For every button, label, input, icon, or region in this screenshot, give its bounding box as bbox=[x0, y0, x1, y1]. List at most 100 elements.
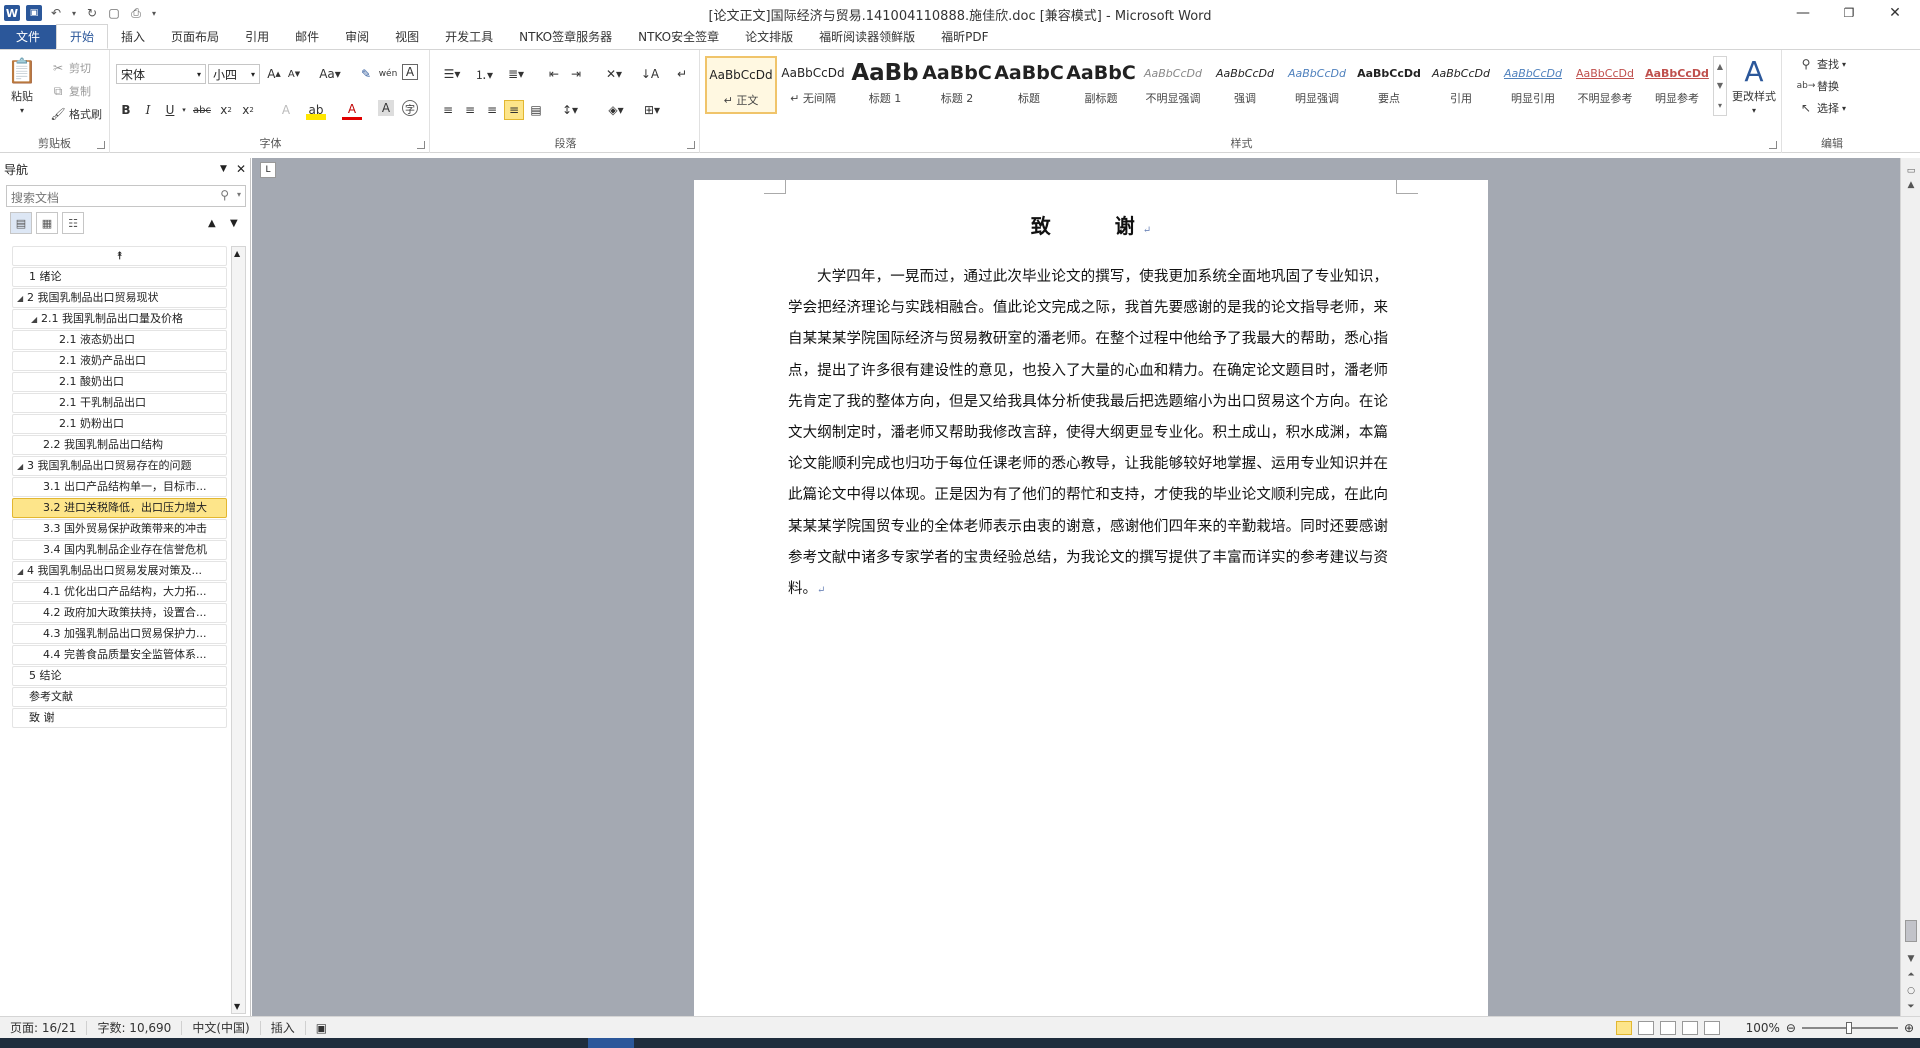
nav-heading[interactable]: 3.1 出口产品结构单一，目标市... bbox=[12, 477, 227, 497]
more-icon[interactable]: ▾ bbox=[1718, 101, 1722, 110]
headings-view-icon[interactable]: ▤ bbox=[10, 212, 32, 234]
format-painter-button[interactable]: 🖌 格式刷 bbox=[50, 106, 102, 122]
font-color-icon[interactable]: A bbox=[342, 100, 362, 120]
document-page[interactable]: 致 谢↵ 大学四年，一晃而过，通过此次毕业论文的撰写，使我更加系统全面地巩固了专… bbox=[694, 180, 1488, 1016]
align-right-icon[interactable]: ≡ bbox=[482, 100, 502, 120]
chevron-down-icon[interactable]: ▼ bbox=[1904, 952, 1918, 966]
ruler-view-icon[interactable]: ▭ bbox=[1904, 164, 1918, 178]
italic-icon[interactable]: I bbox=[138, 100, 158, 120]
style-subtitle[interactable]: AaBbC 副标题 bbox=[1065, 56, 1137, 114]
chevron-up-icon[interactable]: ▲ bbox=[1717, 62, 1723, 71]
minimize-button[interactable]: — bbox=[1780, 0, 1826, 26]
highlight-icon[interactable]: ab bbox=[306, 100, 326, 120]
borders-icon[interactable]: ⊞▾ bbox=[638, 100, 666, 120]
browse-object-icon[interactable]: ○ bbox=[1904, 984, 1918, 998]
previous-page-icon[interactable]: ⏶ bbox=[1904, 968, 1918, 982]
distributed-icon[interactable]: ▤ bbox=[526, 100, 546, 120]
restore-button[interactable]: ❐ bbox=[1826, 0, 1872, 26]
search-icon[interactable]: ⚲ bbox=[220, 188, 229, 202]
nav-heading[interactable]: 2.2 我国乳制品出口结构 bbox=[12, 435, 227, 455]
pages-view-icon[interactable]: ▦ bbox=[36, 212, 58, 234]
tab-ntko-server[interactable]: NTKO签章服务器 bbox=[506, 25, 625, 49]
expand-triangle-icon[interactable]: ◢ bbox=[17, 290, 27, 307]
navigation-search-input[interactable]: 搜索文档 ⚲ ▾ bbox=[6, 185, 246, 207]
expand-triangle-icon[interactable]: ◢ bbox=[17, 458, 27, 475]
subscript-icon[interactable]: x2 bbox=[216, 100, 236, 120]
nav-heading[interactable]: 2.1 奶粉出口 bbox=[12, 414, 227, 434]
font-launcher-icon[interactable] bbox=[417, 141, 425, 149]
chevron-down-icon[interactable]: ▼ bbox=[220, 164, 227, 174]
line-spacing-icon[interactable]: ↕▾ bbox=[556, 100, 584, 120]
tab-insert[interactable]: 插入 bbox=[108, 25, 158, 49]
close-icon[interactable]: ✕ bbox=[236, 162, 246, 176]
text-effects-icon[interactable]: A bbox=[276, 100, 296, 120]
navigation-scrollbar[interactable]: ▲ ▼ bbox=[231, 246, 246, 1014]
styles-launcher-icon[interactable] bbox=[1769, 141, 1777, 149]
chevron-down-icon[interactable]: ▾ bbox=[174, 100, 194, 120]
style-no-spacing[interactable]: AaBbCcDd ↵ 无间隔 bbox=[777, 56, 849, 114]
nav-heading[interactable]: 4.1 优化出口产品结构，大力拓... bbox=[12, 582, 227, 602]
next-heading-icon[interactable]: ▼ bbox=[230, 218, 238, 229]
nav-heading[interactable]: 3.3 国外贸易保护政策带来的冲击 bbox=[12, 519, 227, 539]
previous-heading-icon[interactable]: ▲ bbox=[208, 218, 216, 229]
nav-heading[interactable]: 2.1 酸奶出口 bbox=[12, 372, 227, 392]
full-screen-reading-view-icon[interactable] bbox=[1637, 1021, 1654, 1035]
chevron-down-icon[interactable]: ▼ bbox=[1717, 81, 1723, 90]
chevron-up-icon[interactable]: ▲ bbox=[234, 249, 240, 258]
word-count-status[interactable]: 字数: 10,690 bbox=[87, 1020, 183, 1035]
document-vertical-scrollbar[interactable]: ▭ ▲ ▼ ⏶ ○ ⏷ bbox=[1900, 158, 1920, 1016]
language-status[interactable]: 中文(中国) bbox=[182, 1020, 261, 1035]
style-emphasis[interactable]: AaBbCcDd 强调 bbox=[1209, 56, 1281, 114]
tab-home[interactable]: 开始 bbox=[56, 24, 109, 49]
numbering-icon[interactable]: ⒈▾ bbox=[470, 64, 498, 84]
nav-heading[interactable]: ◢ 2.1 我国乳制品出口量及价格 bbox=[12, 309, 227, 329]
nav-heading[interactable]: 3.4 国内乳制品企业存在信誉危机 bbox=[12, 540, 227, 560]
align-center-icon[interactable]: ≡ bbox=[460, 100, 480, 120]
page-count-status[interactable]: 页面: 16/21 bbox=[0, 1020, 88, 1035]
style-intense-emphasis[interactable]: AaBbCcDd 明显强调 bbox=[1281, 56, 1353, 114]
taskbar-active-app[interactable] bbox=[588, 1038, 634, 1048]
chevron-down-icon[interactable]: ▾ bbox=[237, 190, 241, 199]
scrollbar-thumb[interactable] bbox=[1905, 920, 1917, 942]
nav-heading[interactable]: ◢ 4 我国乳制品出口贸易发展对策及... bbox=[12, 561, 227, 581]
font-size-select[interactable]: 小四 ▾ bbox=[208, 64, 260, 84]
style-normal[interactable]: AaBbCcDd ↵ 正文 bbox=[705, 56, 777, 114]
style-heading-1[interactable]: AaBb 标题 1 bbox=[849, 56, 921, 114]
expand-triangle-icon[interactable]: ◢ bbox=[31, 311, 41, 328]
nav-heading[interactable]: 参考文献 bbox=[12, 687, 227, 707]
align-left-icon[interactable]: ≡ bbox=[438, 100, 458, 120]
nav-heading[interactable]: 1 绪论 bbox=[12, 267, 227, 287]
multilevel-list-icon[interactable]: ≣▾ bbox=[502, 64, 530, 84]
results-view-icon[interactable]: ☷ bbox=[62, 212, 84, 234]
style-subtle-emphasis[interactable]: AaBbCcDd 不明显强调 bbox=[1137, 56, 1209, 114]
bullets-icon[interactable]: ☰▾ bbox=[438, 64, 466, 84]
tab-thesis-layout[interactable]: 论文排版 bbox=[732, 25, 806, 49]
increase-indent-icon[interactable]: ⇥ bbox=[566, 64, 586, 84]
tab-references[interactable]: 引用 bbox=[232, 25, 282, 49]
shrink-font-icon[interactable]: A ▼ bbox=[284, 64, 304, 84]
chevron-up-icon[interactable]: ▲ bbox=[1904, 178, 1918, 192]
nav-heading[interactable]: ◢ 3 我国乳制品出口贸易存在的问题 bbox=[12, 456, 227, 476]
change-case-icon[interactable]: Aa▾ bbox=[316, 64, 344, 84]
style-intense-reference[interactable]: AaBbCcDd 明显参考 bbox=[1641, 56, 1713, 114]
outline-view-icon[interactable] bbox=[1681, 1021, 1698, 1035]
next-page-icon[interactable]: ⏷ bbox=[1904, 1000, 1918, 1014]
ruler-toggle-icon[interactable]: L bbox=[260, 162, 276, 178]
nav-heading[interactable]: 2.1 干乳制品出口 bbox=[12, 393, 227, 413]
style-quote[interactable]: AaBbCcDd 引用 bbox=[1425, 56, 1497, 114]
character-border-icon[interactable]: A bbox=[402, 64, 418, 80]
expand-triangle-icon[interactable]: ◢ bbox=[17, 563, 27, 580]
chinese-layout-icon[interactable]: ✕▾ bbox=[600, 64, 628, 84]
nav-heading[interactable]: 4.4 完善食品质量安全监管体系... bbox=[12, 645, 227, 665]
font-name-select[interactable]: 宋体 ▾ bbox=[116, 64, 206, 84]
strikethrough-icon[interactable]: abc bbox=[192, 100, 212, 120]
tab-page-layout[interactable]: 页面布局 bbox=[158, 25, 232, 49]
style-heading-2[interactable]: AaBbC 标题 2 bbox=[921, 56, 993, 114]
close-button[interactable]: ✕ bbox=[1872, 0, 1918, 26]
find-button[interactable]: ⚲ 查找 ▾ bbox=[1798, 56, 1846, 72]
select-button[interactable]: ↖ 选择 ▾ bbox=[1798, 100, 1846, 116]
zoom-level[interactable]: 100% bbox=[1746, 1021, 1780, 1035]
cut-button[interactable]: ✂ 剪切 bbox=[50, 60, 91, 76]
web-layout-view-icon[interactable] bbox=[1659, 1021, 1676, 1035]
style-title[interactable]: AaBbC 标题 bbox=[993, 56, 1065, 114]
